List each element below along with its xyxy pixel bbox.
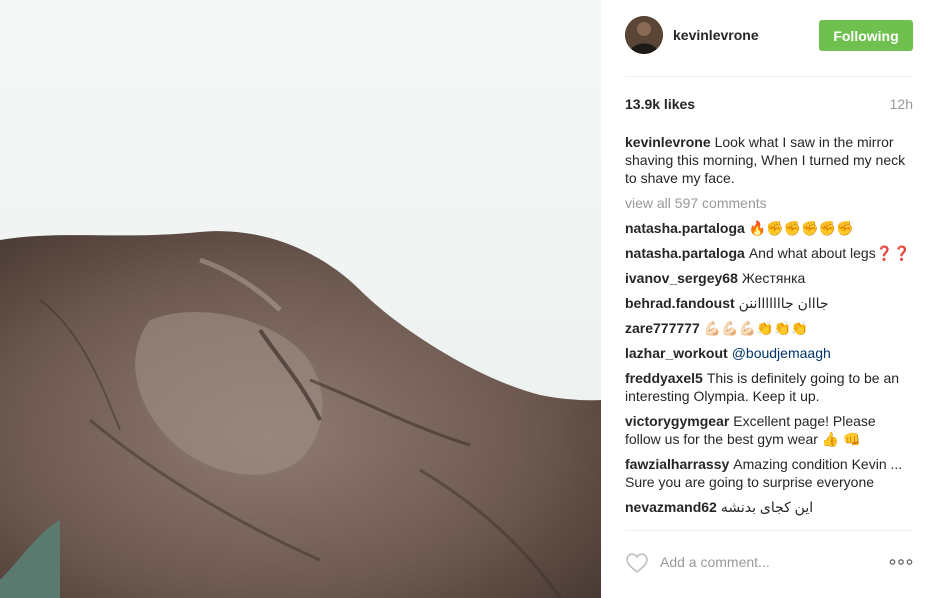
comment-item: zare777777 💪🏻💪🏻💪🏻👏👏👏 xyxy=(625,319,913,337)
avatar[interactable] xyxy=(625,16,663,54)
comment-username[interactable]: ivanov_sergey68 xyxy=(625,270,738,286)
add-comment-row: Add a comment... xyxy=(625,550,913,580)
post-username[interactable]: kevinlevrone xyxy=(673,27,759,43)
heart-icon[interactable] xyxy=(625,552,649,574)
post-stats: 13.9k likes 12h xyxy=(625,96,913,116)
comment-item: lazhar_workout @boudjemaagh xyxy=(625,344,913,362)
comment-username[interactable]: fawzialharrassy xyxy=(625,456,729,472)
comment-username[interactable]: natasha.partaloga xyxy=(625,245,745,261)
comment-text: 💪🏻💪🏻💪🏻👏👏👏 xyxy=(703,320,809,336)
comment-username[interactable]: freddyaxel5 xyxy=(625,370,703,386)
comment-item: freddyaxel5 This is definitely going to b… xyxy=(625,369,913,405)
caption-username[interactable]: kevinlevrone xyxy=(625,134,711,150)
comment-username[interactable]: victorygymgear xyxy=(625,413,729,429)
comment-item: fawzialharrassy Amazing condition Kevin .… xyxy=(625,455,913,491)
comment-text: جااان جاااااااننن xyxy=(738,295,829,311)
comment-username[interactable]: nevazmand62 xyxy=(625,499,717,515)
post-header: kevinlevrone Following xyxy=(625,16,913,77)
caption: kevinlevrone Look what I saw in the mirro… xyxy=(625,133,913,187)
comment-item: nevazmand62 این کجای بدنشه xyxy=(625,498,913,516)
comment-text: And what about legs❓❓ xyxy=(748,245,911,261)
post-photo[interactable] xyxy=(0,0,601,598)
following-button[interactable]: Following xyxy=(819,20,913,51)
comment-item: ivanov_sergey68 Жестянка xyxy=(625,269,913,287)
comment-item: natasha.partaloga And what about legs❓❓ xyxy=(625,244,913,262)
comments-list[interactable]: kevinlevrone Look what I saw in the mirro… xyxy=(625,133,913,531)
add-comment-input[interactable]: Add a comment... xyxy=(660,553,870,571)
comment-text: این کجای بدنشه xyxy=(720,499,814,515)
comment-username[interactable]: behrad.fandoust xyxy=(625,295,735,311)
comment-text: 🔥✊✊✊✊✊ xyxy=(748,220,854,236)
comment-item: behrad.fandoust جااان جاااااااننن xyxy=(625,294,913,312)
view-all-comments-link[interactable]: view all 597 comments xyxy=(625,194,913,212)
comment-username[interactable]: natasha.partaloga xyxy=(625,220,745,236)
post-image xyxy=(0,0,601,598)
post-timestamp[interactable]: 12h xyxy=(890,96,913,112)
more-options-icon[interactable] xyxy=(889,554,913,570)
comment-text: Жестянка xyxy=(741,270,806,286)
post-details-panel: kevinlevrone Following 13.9k likes 12h k… xyxy=(601,0,935,598)
likes-count[interactable]: 13.9k likes xyxy=(625,96,695,112)
comment-mention-link[interactable]: @boudjemaagh xyxy=(732,345,831,361)
comment-item: natasha.partaloga 🔥✊✊✊✊✊ xyxy=(625,219,913,237)
comment-username[interactable]: zare777777 xyxy=(625,320,700,336)
comment-username[interactable]: lazhar_workout xyxy=(625,345,728,361)
comment-item: victorygymgear Excellent page! Please fol… xyxy=(625,412,913,448)
